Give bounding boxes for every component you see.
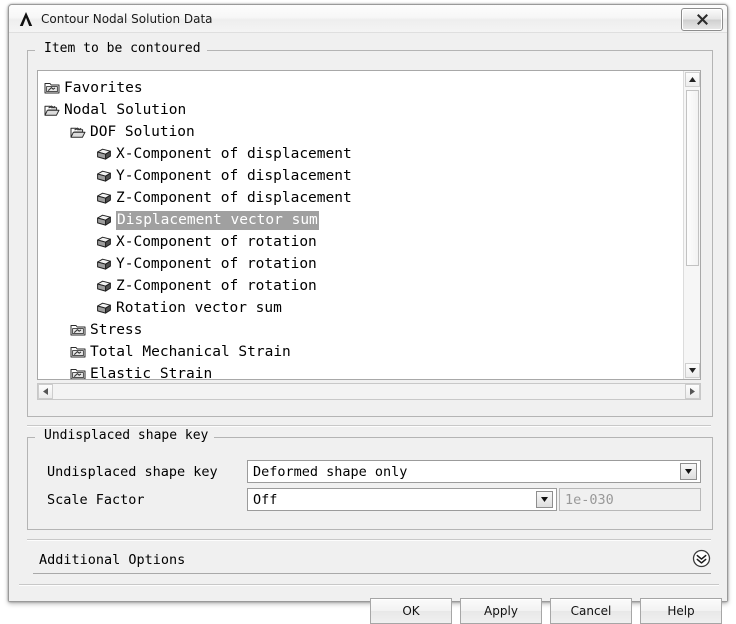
tree-item[interactable]: DOF Solution: [38, 121, 683, 143]
close-icon: [696, 14, 708, 25]
tree-item[interactable]: Y-Component of displacement: [38, 165, 683, 187]
triangle-up-icon: [689, 77, 696, 82]
cube-icon: [97, 214, 111, 226]
scale-factor-label: Scale Factor: [47, 492, 145, 508]
section-separator-bottom: [19, 584, 719, 586]
cube-icon: [97, 236, 111, 248]
cube-icon: [97, 302, 111, 314]
triangle-down-glyph-2: [541, 497, 548, 502]
tree-item-label: Elastic Strain: [90, 366, 213, 379]
close-button[interactable]: [681, 8, 723, 31]
chevron-double-down-icon[interactable]: [691, 548, 711, 568]
chevron-down-icon-2[interactable]: [536, 491, 553, 508]
tree-item[interactable]: Favorites: [38, 77, 683, 99]
contour-item-listbox[interactable]: Favorites Nodal Solution DOF Solution X-Com…: [37, 70, 701, 380]
folder-open-icon: [44, 105, 60, 116]
group-title-item-contoured: Item to be contoured: [38, 41, 207, 56]
tree-item[interactable]: Elastic Strain: [38, 363, 683, 379]
tree-item[interactable]: X-Component of rotation: [38, 231, 683, 253]
dialog-body: Item to be contoured Favorites Nodal Solu…: [9, 33, 727, 624]
tree-item[interactable]: Nodal Solution: [38, 99, 683, 121]
tree-item-label: X-Component of displacement: [116, 146, 352, 162]
ansys-lambda-icon: [19, 11, 33, 26]
folder-closed-icon: [44, 83, 60, 94]
tree-item-label: Total Mechanical Strain: [90, 344, 291, 360]
title-bar: Contour Nodal Solution Data: [9, 5, 727, 33]
folder-open-icon: [70, 127, 86, 138]
folder-closed-icon: [70, 347, 86, 358]
tree-item[interactable]: Z-Component of rotation: [38, 275, 683, 297]
tree-item-label: X-Component of rotation: [116, 234, 317, 250]
scroll-down-button[interactable]: [685, 363, 700, 378]
tree-item[interactable]: X-Component of displacement: [38, 143, 683, 165]
tree-item[interactable]: Stress: [38, 319, 683, 341]
additional-options-underline: [33, 573, 711, 574]
tree-item-label: Nodal Solution: [64, 102, 187, 118]
cancel-button[interactable]: Cancel: [550, 598, 632, 624]
additional-options-label: Additional Options: [39, 552, 186, 568]
scale-factor-dropdown[interactable]: Off: [247, 488, 557, 511]
expander-circle-icon: [692, 549, 710, 567]
folder-closed-icon: [70, 369, 86, 379]
triangle-right-icon: [690, 388, 695, 395]
tree-item-label: Y-Component of rotation: [116, 256, 317, 272]
scroll-up-button[interactable]: [685, 72, 700, 87]
tree-item-label: Rotation vector sum: [116, 300, 282, 316]
tree-item-label: Displacement vector sum: [116, 210, 319, 230]
tree-item[interactable]: Total Mechanical Strain: [38, 341, 683, 363]
tree-item[interactable]: Y-Component of rotation: [38, 253, 683, 275]
cube-icon: [97, 192, 111, 204]
tree-item[interactable]: Rotation vector sum: [38, 297, 683, 319]
tree-item-label: Stress: [90, 322, 143, 338]
ok-button[interactable]: OK: [370, 598, 452, 624]
tree-item-label: DOF Solution: [90, 124, 195, 140]
undisplaced-shape-key-group: Undisplaced shape key: [27, 428, 713, 530]
section-separator-middle: [27, 539, 711, 541]
scale-factor-value: Off: [253, 491, 278, 508]
tree-item-label: Z-Component of displacement: [116, 190, 352, 206]
triangle-left-icon: [43, 388, 48, 395]
window-title: Contour Nodal Solution Data: [41, 11, 213, 26]
group-title-undisplaced-shape: Undisplaced shape key: [38, 428, 215, 443]
dialog-window: Contour Nodal Solution Data Item to be c…: [8, 4, 728, 624]
scroll-right-button[interactable]: [685, 384, 700, 399]
tree-vertical-scrollbar[interactable]: [683, 71, 700, 379]
help-button[interactable]: Help: [640, 598, 722, 624]
tree-item-label: Favorites: [64, 80, 143, 96]
scale-factor-numeric-field: 1e-030: [559, 488, 701, 511]
tree-item-label: Z-Component of rotation: [116, 278, 317, 294]
scroll-left-button[interactable]: [38, 384, 53, 399]
contour-item-tree[interactable]: Favorites Nodal Solution DOF Solution X-Com…: [38, 71, 683, 379]
triangle-down-glyph: [685, 469, 692, 474]
tree-item[interactable]: Z-Component of displacement: [38, 187, 683, 209]
additional-options-bar[interactable]: Additional Options: [39, 549, 711, 571]
undisplaced-shape-key-label: Undisplaced shape key: [47, 464, 218, 480]
undisplaced-shape-key-row: Undisplaced shape key: [47, 461, 218, 483]
section-separator-top: [27, 425, 711, 427]
tree-horizontal-scrollbar[interactable]: [37, 383, 701, 400]
chevron-down-icon[interactable]: [680, 463, 697, 480]
triangle-down-icon: [689, 368, 696, 373]
undisplaced-shape-key-value: Deformed shape only: [253, 463, 408, 480]
undisplaced-shape-key-dropdown[interactable]: Deformed shape only: [247, 460, 701, 483]
cube-icon: [97, 148, 111, 160]
apply-button[interactable]: Apply: [460, 598, 542, 624]
folder-closed-icon: [70, 325, 86, 336]
cube-icon: [97, 258, 111, 270]
tree-item-label: Y-Component of displacement: [116, 168, 352, 184]
tree-item-selected[interactable]: Displacement vector sum: [38, 209, 683, 231]
cube-icon: [97, 170, 111, 182]
scale-factor-row: Scale Factor: [47, 489, 145, 511]
tree-scroll-thumb[interactable]: [686, 90, 699, 266]
cube-icon: [97, 280, 111, 292]
